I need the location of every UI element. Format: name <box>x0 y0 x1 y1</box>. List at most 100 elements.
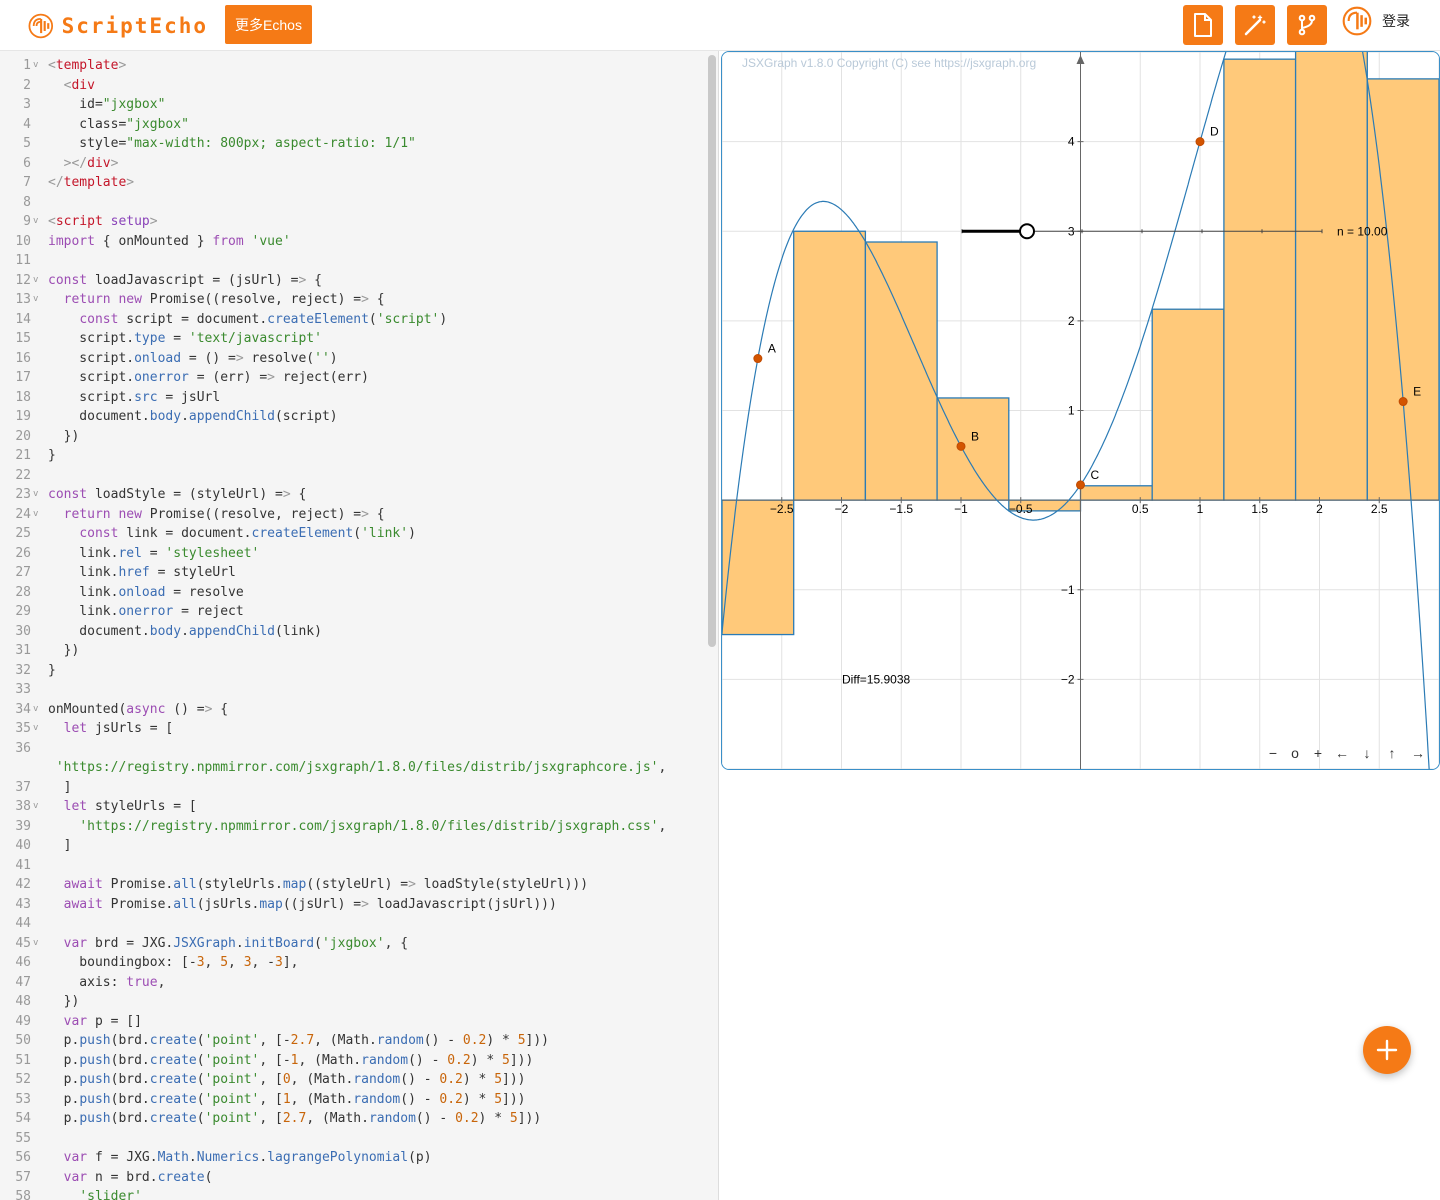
line-number: 57 <box>15 1169 31 1185</box>
code-line[interactable]: 41 <box>0 856 700 876</box>
fold-chevron-icon[interactable]: v <box>33 719 38 739</box>
login-label[interactable]: 登录 <box>1382 11 1410 31</box>
code-line[interactable]: 9 v <script setup> <box>0 212 700 232</box>
fold-chevron-icon[interactable]: v <box>33 56 38 76</box>
code-line[interactable]: 30 document.body.appendChild(link) <box>0 622 700 642</box>
code-line[interactable]: 20 }) <box>0 427 700 447</box>
code-line[interactable]: 11 <box>0 251 700 271</box>
code-line[interactable]: 14 const script = document.createElement… <box>0 310 700 330</box>
code-line[interactable]: 38 v let styleUrls = [ <box>0 797 700 817</box>
fold-chevron-icon[interactable]: v <box>33 700 38 720</box>
fork-button[interactable] <box>1287 5 1327 45</box>
code-line[interactable]: 3 id="jxgbox" <box>0 95 700 115</box>
fold-chevron-icon[interactable]: v <box>33 934 38 954</box>
code-editor[interactable]: 1 v <template> 2 <div 3 id="jxgbox" 4 class="… <box>0 51 718 1200</box>
x-tick-label: −2.5 <box>770 502 794 516</box>
fold-chevron-icon[interactable]: v <box>33 290 38 310</box>
code-text: }) <box>48 428 80 444</box>
editor-scrollbar[interactable] <box>708 55 716 647</box>
code-line[interactable]: 33 <box>0 680 700 700</box>
code-line[interactable]: 1 v <template> <box>0 56 700 76</box>
code-line[interactable]: 35 v let jsUrls = [ <box>0 719 700 739</box>
code-line[interactable]: 44 <box>0 914 700 934</box>
code-line[interactable]: 'https://registry.npmmirror.com/jsxgraph… <box>0 758 700 778</box>
code-line[interactable]: 12 v const loadJavascript = (jsUrl) => { <box>0 271 700 291</box>
fold-chevron-icon[interactable]: v <box>33 505 38 525</box>
code-line[interactable]: 54 p.push(brd.create('point', [2.7, (Mat… <box>0 1109 700 1129</box>
code-line[interactable]: 15 script.type = 'text/javascript' <box>0 329 700 349</box>
code-line[interactable]: 32} <box>0 661 700 681</box>
code-line[interactable]: 27 link.href = styleUrl <box>0 563 700 583</box>
code-line[interactable]: 46 boundingbox: [-3, 5, 3, -3], <box>0 953 700 973</box>
nav-button[interactable]: + <box>1314 745 1322 761</box>
code-line[interactable]: 47 axis: true, <box>0 973 700 993</box>
code-line[interactable]: 6 ></div> <box>0 154 700 174</box>
code-line[interactable]: 28 link.onload = resolve <box>0 583 700 603</box>
code-line[interactable]: 53 p.push(brd.create('point', [1, (Math.… <box>0 1090 700 1110</box>
code-line[interactable]: 57 var n = brd.create( <box>0 1168 700 1188</box>
code-line[interactable]: 24 v return new Promise((resolve, reject)… <box>0 505 700 525</box>
code-line[interactable]: 40 ] <box>0 836 700 856</box>
slider-handle[interactable] <box>1019 223 1035 240</box>
more-echos-button[interactable]: 更多Echos <box>225 5 312 44</box>
code-line[interactable]: 19 document.body.appendChild(script) <box>0 407 700 427</box>
pane-divider[interactable] <box>718 51 719 1200</box>
nav-button[interactable]: ↑ <box>1389 745 1396 761</box>
code-line[interactable]: 22 <box>0 466 700 486</box>
point-c[interactable] <box>1076 480 1085 490</box>
nav-button[interactable]: o <box>1291 745 1299 761</box>
code-line[interactable]: 55 <box>0 1129 700 1149</box>
nav-button[interactable]: − <box>1269 745 1277 761</box>
code-line[interactable]: 56 var f = JXG.Math.Numerics.lagrangePol… <box>0 1148 700 1168</box>
x-tick-label: 0.5 <box>1132 502 1149 516</box>
code-line[interactable]: 42 await Promise.all(styleUrls.map((styl… <box>0 875 700 895</box>
fold-chevron-icon[interactable]: v <box>33 485 38 505</box>
code-line[interactable]: 13 v return new Promise((resolve, reject)… <box>0 290 700 310</box>
jsxgraph-board[interactable]: −2.5 −2 −1.5 −1 −0.5 0.5 1 1.5 2 2.5 4 3 2 1 −1 −2 n = 1… <box>721 51 1440 770</box>
code-line[interactable]: 31 }) <box>0 641 700 661</box>
nav-button[interactable]: ← <box>1335 745 1349 761</box>
code-line[interactable]: 21} <box>0 446 700 466</box>
fold-chevron-icon[interactable]: v <box>33 271 38 291</box>
code-line[interactable]: 34 v onMounted(async () => { <box>0 700 700 720</box>
code-line[interactable]: 51 p.push(brd.create('point', [-1, (Math… <box>0 1051 700 1071</box>
point-d[interactable] <box>1195 137 1205 147</box>
code-line[interactable]: 10 import { onMounted } from 'vue' <box>0 232 700 252</box>
code-line[interactable]: 5 style="max-width: 800px; aspect-ratio:… <box>0 134 700 154</box>
code-line[interactable]: 17 script.onerror = (err) => reject(err) <box>0 368 700 388</box>
code-line[interactable]: 43 await Promise.all(jsUrls.map((jsUrl) … <box>0 895 700 915</box>
code-line[interactable]: 7 </template> <box>0 173 700 193</box>
nav-button[interactable]: → <box>1411 745 1425 761</box>
code-line[interactable]: 49 var p = [] <box>0 1012 700 1032</box>
point-a[interactable] <box>753 354 763 364</box>
code-line[interactable]: 45 v var brd = JXG.JSXGraph.initBoard('jx… <box>0 934 700 954</box>
line-number: 50 <box>15 1033 31 1048</box>
code-line[interactable]: 16 script.onload = () => resolve('') <box>0 349 700 369</box>
new-file-button[interactable] <box>1183 5 1223 45</box>
nav-button[interactable]: ↓ <box>1364 745 1371 761</box>
code-line[interactable]: 4 class="jxgbox" <box>0 115 700 135</box>
code-line[interactable]: 50 p.push(brd.create('point', [-2.7, (Ma… <box>0 1031 700 1051</box>
code-line[interactable]: 25 const link = document.createElement('… <box>0 524 700 544</box>
code-line[interactable]: 26 link.rel = 'stylesheet' <box>0 544 700 564</box>
code-line[interactable]: 37 ] <box>0 778 700 798</box>
code-line[interactable]: 39 'https://registry.npmmirror.com/jsxgr… <box>0 817 700 837</box>
code-line[interactable]: 52 p.push(brd.create('point', [0, (Math.… <box>0 1070 700 1090</box>
code-line[interactable]: 29 link.onerror = reject <box>0 602 700 622</box>
add-fab-button[interactable] <box>1363 1026 1411 1074</box>
code-line[interactable]: 18 script.src = jsUrl <box>0 388 700 408</box>
code-line[interactable]: 36 <box>0 739 700 759</box>
code-line[interactable]: 48 }) <box>0 992 700 1012</box>
code-line[interactable]: 2 <div <box>0 76 700 96</box>
magic-button[interactable] <box>1235 5 1275 45</box>
code-line[interactable]: 8 <box>0 193 700 213</box>
brand-logo[interactable]: ScriptEcho <box>28 8 208 44</box>
code-line[interactable]: 58 'slider' <box>0 1187 700 1200</box>
graph-canvas[interactable]: −2.5 −2 −1.5 −1 −0.5 0.5 1 1.5 2 2.54321−1−2n = 1… <box>722 52 1439 769</box>
fold-chevron-icon[interactable]: v <box>33 212 38 232</box>
code-line[interactable]: 23 v const loadStyle = (styleUrl) => { <box>0 485 700 505</box>
point-e[interactable] <box>1398 397 1408 407</box>
login-link[interactable]: 登录 <box>1342 6 1410 36</box>
fold-chevron-icon[interactable]: v <box>33 797 38 817</box>
point-b[interactable] <box>956 441 966 451</box>
